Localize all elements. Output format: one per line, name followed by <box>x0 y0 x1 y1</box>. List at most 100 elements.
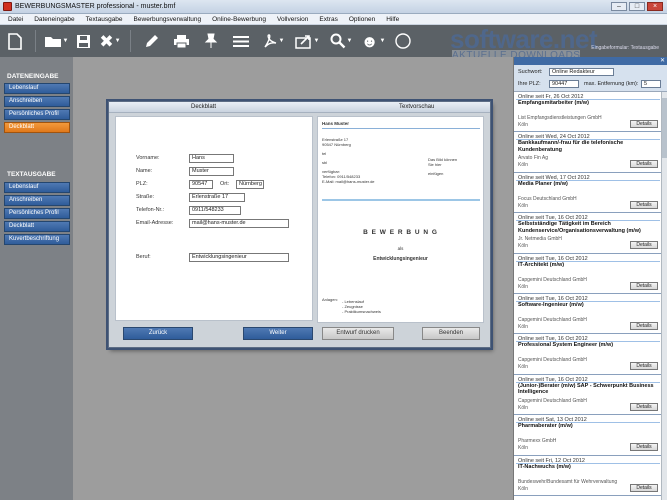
job-title[interactable]: IT-Architekt (m/w) <box>518 262 660 269</box>
panel-header: ✕ <box>514 57 667 65</box>
job-details-button[interactable]: Details <box>630 160 658 169</box>
menu-textausgabe[interactable]: Textausgabe <box>86 16 123 23</box>
beruf-label: Beruf: <box>136 254 151 260</box>
job-title[interactable]: Bankkaufmann/-frau für die telefonische … <box>518 140 660 153</box>
scrollbar-thumb[interactable] <box>662 98 667 158</box>
edit-pen-icon[interactable] <box>136 25 166 57</box>
new-document-icon[interactable] <box>0 25 30 57</box>
job-list-item[interactable]: Online seit Fri, 12 Oct 2012 IT-Nachwuchs… <box>514 455 662 496</box>
sidebar-item-profil[interactable]: Persönliches Profil <box>4 109 70 120</box>
menu-vollversion[interactable]: Vollversion <box>277 16 308 23</box>
job-details-button[interactable]: Details <box>630 362 658 371</box>
job-title[interactable]: Media Planer (m/w) <box>518 181 660 188</box>
open-folder-icon[interactable]: ▼ <box>41 25 71 57</box>
print-icon[interactable] <box>166 25 196 57</box>
sidebar-item-out-anschreiben[interactable]: Anschreiben <box>4 195 70 206</box>
close-window-button[interactable]: × <box>647 2 663 11</box>
job-list-scrollbar[interactable] <box>661 92 667 500</box>
job-details-button[interactable]: Details <box>630 200 658 209</box>
menu-online-bewerbung[interactable]: Online-Bewerbung <box>212 16 266 23</box>
job-list-item[interactable]: Online seit Wed, 24 Oct 2012 Bankkaufmann… <box>514 132 662 173</box>
pdf-icon[interactable]: ▼ <box>256 25 290 57</box>
job-location: Köln <box>518 162 529 169</box>
preview-title: B E W E R B U N G <box>363 229 438 236</box>
pin-icon[interactable] <box>196 25 226 57</box>
beruf-field[interactable]: Entwicklungsingenieur <box>189 253 289 262</box>
sidebar-item-anschreiben[interactable]: Anschreiben <box>4 96 70 107</box>
vorname-field[interactable]: Hans <box>189 154 234 163</box>
job-title[interactable]: Professional System Engineer (m/w) <box>518 342 660 349</box>
job-details-button[interactable]: Details <box>630 443 658 452</box>
dialog-header: Deckblatt Textvorschau <box>109 102 490 113</box>
preview-addr2: 90547 Nürnberg <box>322 142 351 147</box>
job-company: Capgemini Deutschland GmbH <box>518 357 587 364</box>
job-list-item[interactable]: Online seit Fr, 26 Oct 2012 Empfangsmitar… <box>514 92 662 133</box>
preview-anlage-3: - Praktikumsnachweis <box>342 309 381 314</box>
search-icon[interactable]: ▼ <box>324 25 358 57</box>
job-title[interactable]: (Junior-)Berater (m/w) SAP - Schwerpunkt… <box>518 383 660 396</box>
next-button[interactable]: Weiter <box>243 327 313 340</box>
tab-deckblatt[interactable]: Deckblatt <box>191 104 216 110</box>
job-title[interactable]: Selbstständige Tätigkeit im Bereich Kund… <box>518 221 660 234</box>
menu-optionen[interactable]: Optionen <box>349 16 375 23</box>
panel-close-icon[interactable]: ✕ <box>660 57 665 65</box>
distance-input[interactable]: 5 <box>641 80 661 88</box>
tab-textvorschau[interactable]: Textvorschau <box>399 104 434 110</box>
job-list-item[interactable]: Online seit Tue, 16 Oct 2012 Selbstständi… <box>514 213 662 254</box>
back-button[interactable]: Zurück <box>123 327 193 340</box>
job-list-item[interactable]: Online seit Tue, 16 Oct 2012 IT-Architekt… <box>514 253 662 294</box>
save-icon[interactable] <box>71 25 95 57</box>
job-details-button[interactable]: Details <box>630 120 658 128</box>
job-location: Köln <box>518 404 529 411</box>
preview-photo-line3: einfügen <box>428 171 444 176</box>
toolbar: ▼ ✖ ▼ ▼ ▼ ▼ ☻ ▼ <box>0 25 667 57</box>
plz-label: PLZ: <box>136 181 148 187</box>
maximize-button[interactable]: □ <box>629 2 645 11</box>
minimize-button[interactable]: – <box>611 2 627 11</box>
job-company: Focus Deutschland GmbH <box>518 195 577 202</box>
menu-dateneingabe[interactable]: Dateneingabe <box>34 16 74 23</box>
plz-search-input[interactable]: 90447 <box>549 80 579 88</box>
sidebar-item-out-profil[interactable]: Persönliches Profil <box>4 208 70 219</box>
delete-icon[interactable]: ✖ ▼ <box>95 25 125 57</box>
email-field[interactable]: mail@hans-muster.de <box>189 219 289 228</box>
sidebar-item-out-lebenslauf[interactable]: Lebenslauf <box>4 182 70 193</box>
job-list-item[interactable]: Online seit Tue, 16 Oct 2012 Software-Ing… <box>514 293 662 335</box>
name-field[interactable]: Muster <box>189 167 234 176</box>
job-list-item[interactable]: Online seit Wed, 17 Oct 2012 Media Planer… <box>514 172 662 214</box>
help-icon[interactable] <box>388 25 418 57</box>
job-list-item[interactable]: Online seit Tue, 16 Oct 2012 (Junior-)Ber… <box>514 374 662 416</box>
job-details-button[interactable]: Details <box>630 483 658 492</box>
job-title[interactable]: IT-Nachwuchs (m/w) <box>518 464 660 471</box>
job-details-button[interactable]: Details <box>630 241 658 250</box>
sidebar-item-deckblatt[interactable]: Deckblatt <box>4 122 70 133</box>
keyword-input[interactable]: Online Redakteur <box>549 68 614 76</box>
job-details-button[interactable]: Details <box>630 402 658 411</box>
job-details-button[interactable]: Details <box>630 321 658 330</box>
search-form: Suchwort: Online Redakteur Ihre PLZ: 904… <box>514 65 667 92</box>
job-title[interactable]: Software-Ingenieur (m/w) <box>518 302 660 309</box>
print-draft-button[interactable]: Entwurf drucken <box>322 327 394 340</box>
plz-field[interactable]: 90547 <box>189 180 213 189</box>
job-location: Köln <box>518 202 529 209</box>
job-title[interactable]: Empfangsmitarbeiter (m/w) <box>518 100 660 107</box>
telefon-field[interactable]: 0911/548233 <box>189 206 241 215</box>
menu-datei[interactable]: Datei <box>8 16 23 23</box>
sidebar-item-out-deckblatt[interactable]: Deckblatt <box>4 221 70 232</box>
export-icon[interactable]: ▼ <box>290 25 324 57</box>
menu-hilfe[interactable]: Hilfe <box>386 16 399 23</box>
sidebar-item-kuvert[interactable]: Kuvertbeschriftung <box>4 234 70 245</box>
sidebar-item-lebenslauf[interactable]: Lebenslauf <box>4 83 70 94</box>
ort-field[interactable]: Nürnberg <box>236 180 264 189</box>
distance-label: max. Entfernung (km): <box>584 81 639 87</box>
strasse-field[interactable]: Erlenstraße 17 <box>189 193 245 202</box>
smiley-icon[interactable]: ☻ ▼ <box>358 25 388 57</box>
job-title[interactable]: Pharmaberater (m/w) <box>518 423 660 430</box>
finish-button[interactable]: Beenden <box>422 327 480 340</box>
job-details-button[interactable]: Details <box>630 281 658 290</box>
job-list-item[interactable]: Online seit Tue, 16 Oct 2012 Professional… <box>514 334 662 375</box>
list-icon[interactable] <box>226 25 256 57</box>
menu-bewerbungsverwaltung[interactable]: Bewerbungsverwaltung <box>134 16 202 23</box>
job-list-item[interactable]: Online seit Sat, 13 Oct 2012 Pharmaberate… <box>514 415 662 456</box>
menu-extras[interactable]: Extras <box>319 16 337 23</box>
